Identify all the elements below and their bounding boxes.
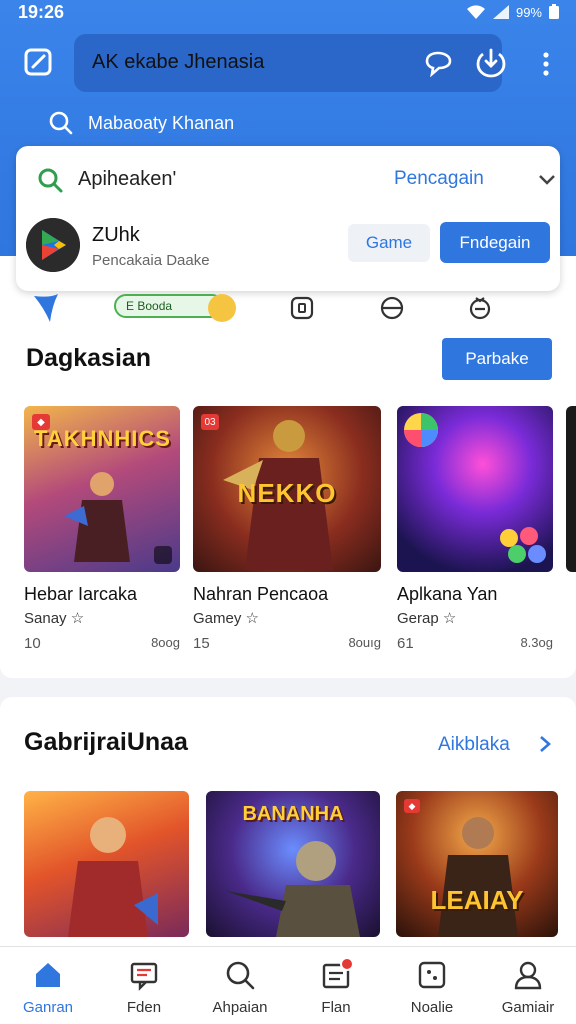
game-art-text: LEAIAY [430,885,524,915]
game-thumbnail[interactable] [397,406,553,572]
nav-item-home[interactable]: Ganran [0,947,96,1024]
signal-icon [492,4,510,20]
recent-search[interactable]: Mabaoaty Khanan [48,108,234,138]
search-input[interactable]: AK ekabe Jhenasia [92,51,264,74]
lock-icon[interactable] [288,294,316,322]
battery-text: 99% [515,4,542,20]
soldier-figure-icon [438,817,518,937]
nav-label: Gamiair [501,999,555,1016]
section-title: Dagkasian [26,344,152,372]
candy-icon [500,527,546,563]
game-thumbnail[interactable]: 03 NEKKO [193,406,381,572]
section-more-link[interactable]: Aikblaka [438,734,510,756]
game-thumbnail[interactable]: ◆ TAKHNHICS [24,406,180,572]
game-meta: 61 8.3og [397,635,553,655]
game-title: Nahran Pencaoa [193,584,329,604]
game-count: 15 [193,635,210,652]
nav-item-inbox[interactable]: Flan [288,947,384,1024]
status-time: 19:26 [18,2,65,22]
game-genre: Gamey ☆ [193,610,259,627]
game-meta: 15 8ouıg [193,635,381,655]
game-tile[interactable]: BANANHA [206,791,380,937]
nav-item-apps[interactable]: Noalie [384,947,480,1024]
hero-figure-icon [64,472,130,562]
suggestion-query-row[interactable]: Apiheaken' Pencagain [36,164,555,196]
game-genre: Gerap ☆ [397,610,457,627]
game-art-text: TAKHNHICS [34,426,171,451]
search-icon [36,166,64,194]
message-icon [128,959,160,991]
nav-label: Ahpaian [212,999,268,1016]
nav-item-messages[interactable]: Fden [96,947,192,1024]
notification-badge [339,957,354,971]
game-art-text: NEKKO [237,478,337,508]
home-icon [32,959,64,991]
suggested-app-subtitle: Pencakaia Daake [92,252,210,269]
search-icon [48,110,74,136]
game-tile[interactable] [24,791,189,937]
game-art-text: BANANHA [242,803,344,825]
video-badge-icon [154,546,172,564]
game-card[interactable]: Aplkana Yan Gerap ☆ 61 8.3og [397,406,553,655]
section-title: GabrijraiUnaa [24,728,188,756]
profile-icon [512,959,544,991]
edit-button[interactable] [20,44,56,80]
game-size: 8ouıg [348,635,381,650]
status-icons: 99% [466,4,560,20]
ad-badge: 03 [201,414,219,430]
suggested-app-name: ZUhk [92,224,140,246]
game-count: 10 [24,635,41,652]
search-bar[interactable]: AK ekabe Jhenasia [74,34,506,92]
tablet-icon[interactable] [378,294,406,322]
wifi-icon [466,4,486,20]
game-card[interactable]: ◆ TAKHNHICS Hebar Iarcaka Sanay ☆ 10 8oo… [24,406,180,655]
suggestion-query: Apiheaken' [78,168,177,190]
location-pin-icon[interactable] [30,292,70,324]
more-vert-icon [532,48,560,80]
search-suggestion-card: Apiheaken' Pencagain ZUhk Pencakaia Daak… [16,146,560,291]
suggestion-link[interactable]: Pencagain [394,168,484,190]
ad-badge: ◆ [404,799,420,813]
status-bar: 19:26 99% [0,0,576,26]
nav-label: Noalie [410,999,454,1016]
game-card-partial[interactable] [566,406,576,572]
game-title: Aplkana Yan [397,584,498,604]
recent-search-label: Mabaoaty Khanan [88,112,235,133]
nav-item-search[interactable]: Ahpaian [192,947,288,1024]
battery-icon [548,4,560,20]
game-count: 61 [397,635,414,652]
chat-icon[interactable] [422,48,454,80]
download-icon[interactable] [474,46,508,80]
search-icon [224,959,256,991]
game-genre: Sanay ☆ [24,610,85,627]
chevron-down-icon[interactable] [536,168,558,190]
smiley-icon[interactable] [208,294,236,322]
play-store-app-icon[interactable] [26,218,80,272]
game-card[interactable]: 03 NEKKO Nahran Pencaoa Gamey ☆ 15 8ouıg [193,406,381,655]
category-chip-row: E Booda [30,286,550,326]
more-options-button[interactable] [532,48,560,80]
soldier-figure-icon [226,841,360,937]
game-size: 8oog [151,635,180,650]
edit-icon [20,44,56,80]
game-tile[interactable]: ◆ LEAIAY [396,791,558,937]
game-meta: 10 8oog [24,635,180,655]
nav-label: Flan [321,999,351,1016]
bag-icon[interactable] [466,294,494,322]
color-wheel-icon [404,413,438,447]
install-button[interactable]: Fndegain [440,222,550,263]
nav-label: Fden [126,999,162,1016]
chevron-right-icon[interactable] [536,734,554,754]
game-button[interactable]: Game [348,224,430,262]
game-size: 8.3og [520,635,553,650]
apps-icon [416,959,448,991]
nav-item-profile[interactable]: Gamiair [480,947,576,1024]
hero-figure-icon [68,817,158,937]
game-title: Hebar Iarcaka [24,584,138,604]
nav-label: Ganran [22,999,74,1016]
bottom-navigation: Ganran Fden Ahpaian Flan Noalie Gamiair [0,946,576,1024]
section-action-button[interactable]: Parbake [442,338,552,380]
